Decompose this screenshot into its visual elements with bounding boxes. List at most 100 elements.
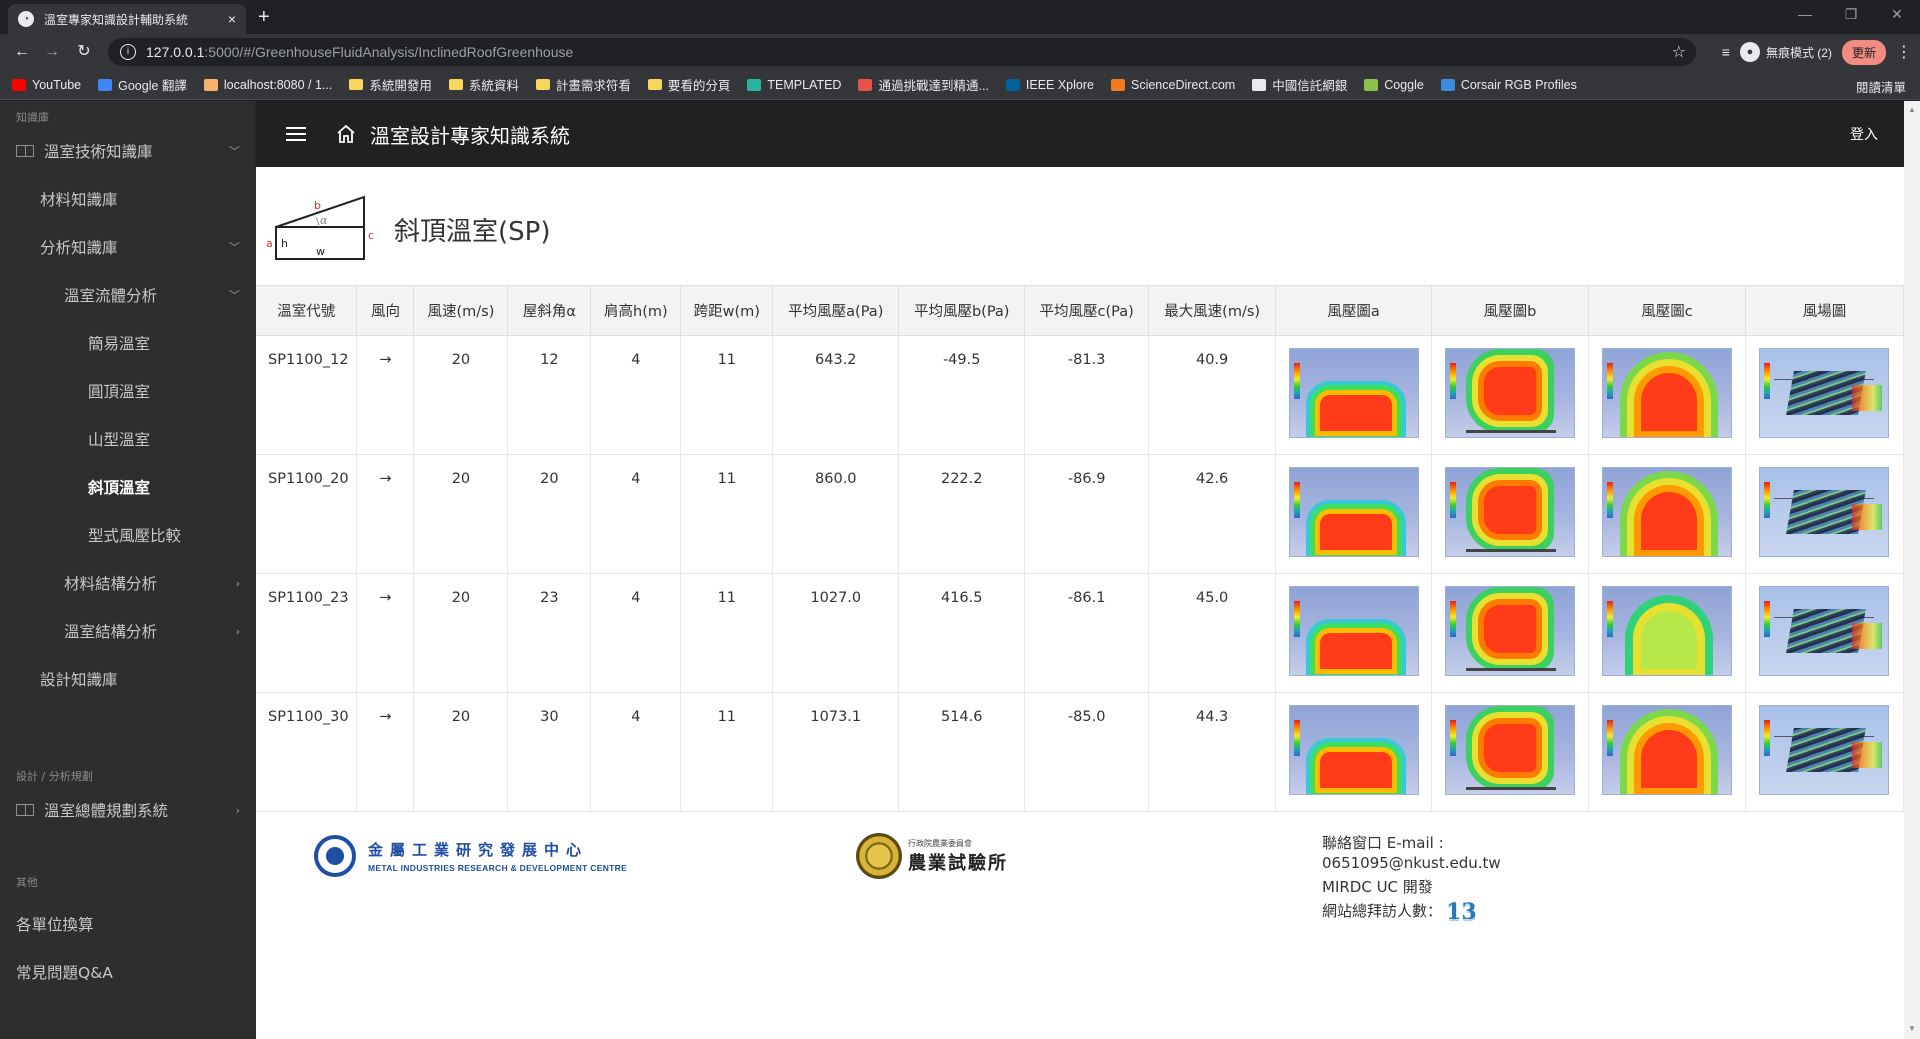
reading-list-button[interactable]: 閱讀清單 (1856, 77, 1906, 96)
pressure-map-c-image[interactable] (1601, 705, 1732, 795)
menu-icon[interactable] (286, 123, 306, 145)
bookmark-item[interactable]: localhost:8080 / 1... (203, 78, 332, 92)
update-button[interactable]: 更新 (1841, 39, 1886, 65)
bookmark-item[interactable]: IEEE Xplore (1005, 77, 1094, 92)
scroll-up-icon[interactable]: ▲ (1908, 105, 1916, 114)
pressure-map-a-image[interactable] (1288, 586, 1419, 676)
sidebar-item-material-structure[interactable]: 材料結構分析 › (0, 559, 256, 607)
url-path: :5000/#/GreenhouseFluidAnalysis/Inclined… (204, 44, 574, 60)
wind-field-map-image[interactable] (1759, 705, 1890, 795)
wind-field-map-image[interactable] (1759, 467, 1890, 557)
pressure-map-b-image[interactable] (1445, 705, 1576, 795)
col-header-speed: 風速(m/s) (413, 285, 509, 336)
scrollbar[interactable]: ▲ ▼ (1904, 101, 1920, 1039)
pressure-map-b-image[interactable] (1445, 348, 1576, 438)
pressure-map-c-image[interactable] (1601, 586, 1732, 676)
cell-max-speed: 40.9 (1148, 335, 1277, 455)
bookmark-item[interactable]: YouTube (12, 78, 81, 92)
sidebar-item-faq[interactable]: 常見問題Q&A (0, 948, 256, 996)
visit-counter-label: 網站總拜訪人數： (1322, 902, 1443, 920)
sidebar-item-dome-greenhouse[interactable]: 圓頂溫室 (0, 367, 256, 415)
cell-pressure-c: -86.1 (1024, 573, 1150, 693)
bookmark-label: 系統資料 (468, 79, 519, 93)
pressure-map-a-image[interactable] (1288, 467, 1419, 557)
sidebar-item-greenhouse-tech[interactable]: 溫室技術知識庫 ﹀ (0, 127, 256, 175)
site-favicon-icon: ◔ (18, 11, 34, 27)
reload-icon[interactable]: ↻ (72, 40, 96, 64)
bookmarks-bar: YouTube Google 翻譯 localhost:8080 / 1... 系統開… (0, 70, 1920, 100)
bookmark-item[interactable]: 計畫需求符看 (535, 75, 631, 94)
bookmark-item[interactable]: Google 翻譯 (98, 75, 187, 94)
pressure-map-b-image[interactable] (1445, 467, 1576, 557)
wind-field-map-image[interactable] (1759, 586, 1890, 676)
sidebar-item-design-knowledge[interactable]: 設計知識庫 (0, 655, 256, 703)
contact-email[interactable]: 0651095@nkust.edu.tw (1322, 853, 1501, 873)
pressure-map-a-image[interactable] (1288, 705, 1419, 795)
bookmark-item[interactable]: 中國信託網銀 (1252, 75, 1347, 94)
chevron-right-icon: › (235, 803, 240, 817)
address-bar[interactable]: i 127.0.0.1:5000/#/GreenhouseFluidAnalys… (108, 38, 1696, 66)
table-row: SP1100_23 → 20 23 4 11 1027.0 416.5 -86.… (256, 573, 1905, 693)
sidebar-item-materials[interactable]: 材料知識庫 (0, 175, 256, 223)
wind-field-map-image[interactable] (1759, 348, 1890, 438)
bookmark-label: 通過挑戰達到精通... (878, 79, 989, 93)
new-tab-button[interactable]: + (258, 6, 270, 29)
sidebar-item-label: 簡易溫室 (88, 335, 151, 353)
sidebar-item-unit-conversion[interactable]: 各單位換算 (0, 900, 256, 948)
sidebar-item-label: 圓頂溫室 (88, 383, 151, 401)
sidebar-item-simple-greenhouse[interactable]: 簡易溫室 (0, 319, 256, 367)
pressure-map-b-image[interactable] (1445, 586, 1576, 676)
minimize-icon[interactable]: — (1782, 0, 1828, 30)
pressure-map-a-image[interactable] (1288, 348, 1419, 438)
folder-icon (647, 79, 662, 90)
sidebar-item-wind-pressure-compare[interactable]: 型式風壓比較 (0, 511, 256, 559)
cell-shoulder-height: 4 (590, 573, 682, 693)
sidebar-item-fluid-analysis[interactable]: 溫室流體分析 ﹀ (0, 271, 256, 319)
sidebar-item-overall-planning[interactable]: 溫室總體規劃系統 › (0, 786, 256, 834)
pressure-map-c-image[interactable] (1601, 348, 1732, 438)
sidebar-item-analysis[interactable]: 分析知識庫 ﹀ (0, 223, 256, 271)
col-header-pressure-map-a: 風壓圖a (1275, 285, 1433, 336)
incognito-profile-button[interactable]: ● 無痕模式 (2) (1739, 42, 1832, 62)
browser-tab[interactable]: ◔ 溫室專家知識設計輔助系統 × (8, 4, 246, 34)
restore-icon[interactable]: ❐ (1828, 0, 1874, 30)
bookmark-item[interactable]: Coggle (1364, 78, 1424, 92)
bookmark-item[interactable]: 系統開發用 (349, 75, 432, 94)
table-row: SP1100_30 → 20 30 4 11 1073.1 514.6 -85.… (256, 692, 1905, 812)
forward-icon[interactable]: → (40, 40, 64, 64)
cell-shoulder-height: 4 (590, 335, 682, 455)
col-header-code: 溫室代號 (256, 285, 358, 336)
bookmark-item[interactable]: TEMPLATED (747, 78, 841, 92)
bookmark-item[interactable]: 要看的分頁 (647, 75, 730, 94)
browser-menu-icon[interactable]: ⋮ (1896, 42, 1912, 62)
bookmark-label: 系統開發用 (369, 79, 432, 93)
bookmark-label: IEEE Xplore (1025, 77, 1094, 92)
scroll-down-icon[interactable]: ▼ (1908, 1024, 1916, 1033)
sidebar-item-greenhouse-structure[interactable]: 溫室結構分析 › (0, 607, 256, 655)
bookmark-star-icon[interactable]: ☆ (1672, 42, 1686, 62)
bookmark-item[interactable]: 通過挑戰達到精通... (858, 75, 989, 94)
close-window-icon[interactable]: ✕ (1874, 0, 1920, 30)
pressure-map-c-image[interactable] (1601, 467, 1732, 557)
window-controls: — ❐ ✕ (1782, 0, 1920, 30)
site-info-icon[interactable]: i (120, 44, 136, 60)
bookmark-favicon-icon (1364, 78, 1379, 91)
bookmark-item[interactable]: ScienceDirect.com (1110, 78, 1235, 92)
bookmark-item[interactable]: 系統資料 (448, 75, 519, 94)
bookmark-favicon-icon (1110, 78, 1125, 91)
tab-close-icon[interactable]: × (228, 11, 236, 27)
incognito-icon: ● (1739, 42, 1760, 62)
bookmark-label: 中國信託網銀 (1272, 79, 1348, 93)
mirdc-emblem-icon (314, 835, 356, 877)
sidebar-item-gable-greenhouse[interactable]: 山型溫室 (0, 415, 256, 463)
back-icon[interactable]: ← (10, 40, 34, 64)
bookmark-item[interactable]: Corsair RGB Profiles (1440, 78, 1577, 92)
sidebar-section-other: 其他 (16, 876, 38, 889)
home-icon[interactable] (336, 124, 356, 144)
media-control-icon[interactable]: ≡ (1722, 44, 1730, 60)
col-header-shoulder-height: 肩高h(m) (590, 285, 682, 336)
sidebar-item-inclined-roof-greenhouse[interactable]: 斜頂溫室 (0, 463, 256, 511)
login-button[interactable]: 登入 (1850, 124, 1878, 144)
tari-name: 農業試驗所 (908, 852, 1008, 874)
table-header-row: 溫室代號 風向 風速(m/s) 屋斜角α 肩高h(m) 跨距w(m) 平均風壓a… (256, 285, 1905, 336)
